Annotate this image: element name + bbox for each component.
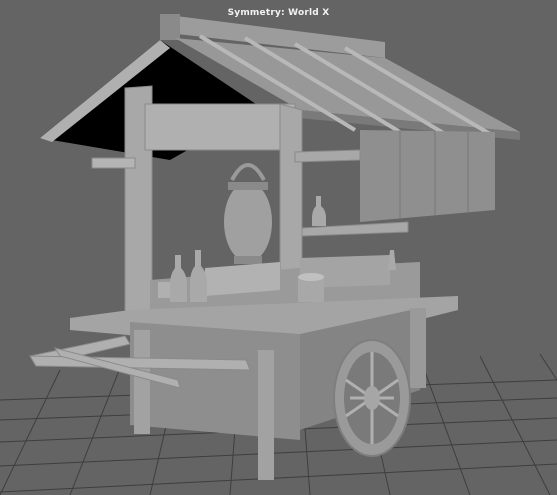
3d-viewport[interactable]: Symmetry: World X [0,0,557,495]
back-panels [360,130,495,222]
cart-wheel[interactable] [333,339,411,457]
scene-canvas[interactable] [0,0,557,495]
lantern[interactable] [224,163,272,264]
symmetry-label: Symmetry: World X [227,8,330,18]
